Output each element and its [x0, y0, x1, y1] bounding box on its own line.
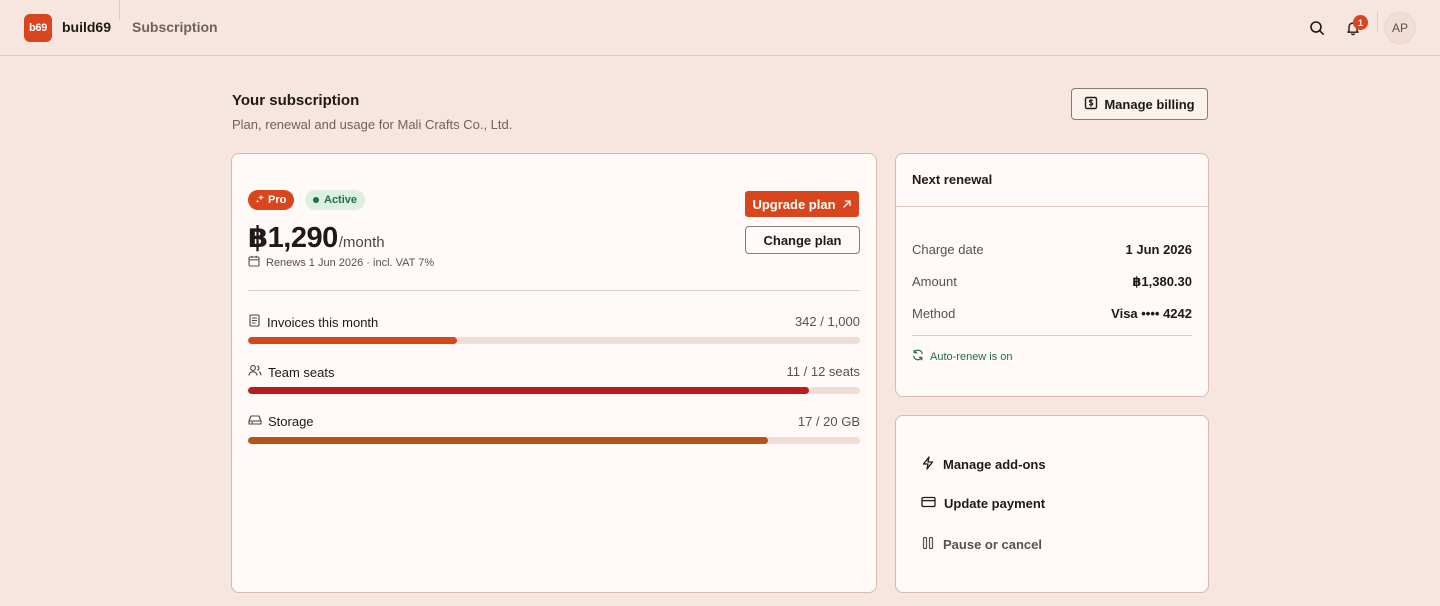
action-label: Manage add-ons — [943, 457, 1046, 472]
usage-label: Invoices this month — [248, 314, 378, 330]
status-dot — [313, 197, 319, 203]
credit-card-icon — [921, 496, 936, 511]
change-plan-label: Change plan — [763, 232, 842, 248]
usage-progress-fill — [248, 337, 458, 344]
usage-progress-fill — [248, 437, 769, 444]
page-subtitle: Plan, renewal and usage for Mali Crafts … — [232, 117, 513, 132]
renewal-key: Charge date — [912, 242, 984, 257]
app-logo[interactable]: b69 — [24, 14, 52, 42]
breadcrumb-current: Subscription — [132, 19, 218, 35]
plan-tier-badge: Pro — [248, 190, 295, 210]
upgrade-plan-label: Upgrade plan — [752, 196, 836, 212]
usage-value: 17 / 20 GB — [797, 414, 860, 429]
divider — [1377, 12, 1378, 32]
auto-renew-label: Auto-renew is on — [930, 350, 1013, 363]
top-bar: b69 build69 Subscription 1 AP — [0, 0, 1440, 56]
drive-icon — [248, 414, 262, 429]
status-badge: Active — [305, 190, 366, 210]
usage-row-team-seats: Team seats 11 / 12 seats — [248, 364, 860, 400]
action-label: Update payment — [944, 496, 1046, 511]
manage-billing-button[interactable]: Manage billing — [1071, 88, 1208, 120]
usage-progress-track — [248, 337, 860, 344]
upgrade-plan-button[interactable]: Upgrade plan — [745, 191, 859, 217]
pause-icon — [921, 536, 935, 553]
action-label: Pause or cancel — [943, 537, 1042, 552]
renewal-note: Renews 1 Jun 2026 · incl. VAT 7% — [248, 255, 434, 270]
renewal-value: Visa •••• 4242 — [1111, 306, 1192, 321]
renewal-text: Renews 1 Jun 2026 · incl. VAT 7% — [266, 256, 435, 269]
document-icon — [248, 314, 261, 330]
change-plan-button[interactable]: Change plan — [745, 226, 860, 254]
calendar-icon — [248, 255, 260, 270]
renewal-value: 1 Jun 2026 — [1125, 242, 1193, 257]
usage-progress-fill — [248, 387, 810, 394]
manage-billing-label: Manage billing — [1104, 96, 1195, 112]
manage-add-ons-button[interactable]: Manage add-ons — [921, 456, 1046, 473]
usage-label-text: Storage — [268, 414, 314, 429]
arrow-up-right-icon — [842, 197, 852, 212]
price-period: /month — [338, 234, 385, 251]
renewal-key: Method — [912, 306, 956, 321]
divider — [119, 0, 120, 20]
usage-row-storage: Storage 17 / 20 GB — [248, 414, 860, 450]
usage-label-text: Team seats — [268, 364, 335, 380]
renewal-card: Next renewal Charge date 1 Jun 2026 Amou… — [895, 153, 1209, 397]
pause-or-cancel-button[interactable]: Pause or cancel — [921, 536, 1042, 553]
usage-value: 11 / 12 seats — [786, 364, 860, 379]
bolt-icon — [921, 456, 935, 473]
plan-card: Pro Active ฿1,290 /month Renews 1 Jun 20… — [231, 153, 877, 593]
update-payment-button[interactable]: Update payment — [921, 496, 1045, 511]
divider — [912, 335, 1192, 336]
usage-row-invoices: Invoices this month 342 / 1,000 — [248, 314, 860, 350]
price-amount: ฿1,290 — [248, 222, 338, 254]
renewal-value: ฿1,380.30 — [1132, 274, 1192, 289]
usage-progress-track — [248, 387, 860, 394]
divider — [896, 206, 1208, 207]
usage-label: Storage — [248, 414, 314, 429]
usage-progress-track — [248, 437, 860, 444]
users-icon — [248, 364, 262, 380]
search-icon[interactable] — [1305, 16, 1329, 40]
page-title: Your subscription — [232, 92, 360, 109]
refresh-icon — [912, 349, 924, 364]
usage-value: 342 / 1,000 — [794, 314, 860, 329]
app-name[interactable]: build69 — [62, 19, 111, 35]
usage-label: Team seats — [248, 364, 334, 380]
auto-renew-status: Auto-renew is on — [912, 349, 1013, 364]
status-label: Active — [324, 194, 358, 206]
plan-price: ฿1,290 /month — [248, 220, 385, 255]
actions-card: Manage add-ons Update payment Pause or c… — [895, 415, 1209, 593]
notification-badge: 1 — [1353, 15, 1368, 30]
divider — [248, 290, 860, 291]
sparkle-icon — [255, 194, 265, 207]
renewal-title: Next renewal — [912, 172, 993, 187]
renewal-key: Amount — [912, 274, 957, 289]
avatar[interactable]: AP — [1384, 12, 1416, 44]
plan-tier-label: Pro — [268, 194, 287, 206]
billing-icon — [1084, 96, 1098, 113]
usage-label-text: Invoices this month — [267, 314, 379, 330]
